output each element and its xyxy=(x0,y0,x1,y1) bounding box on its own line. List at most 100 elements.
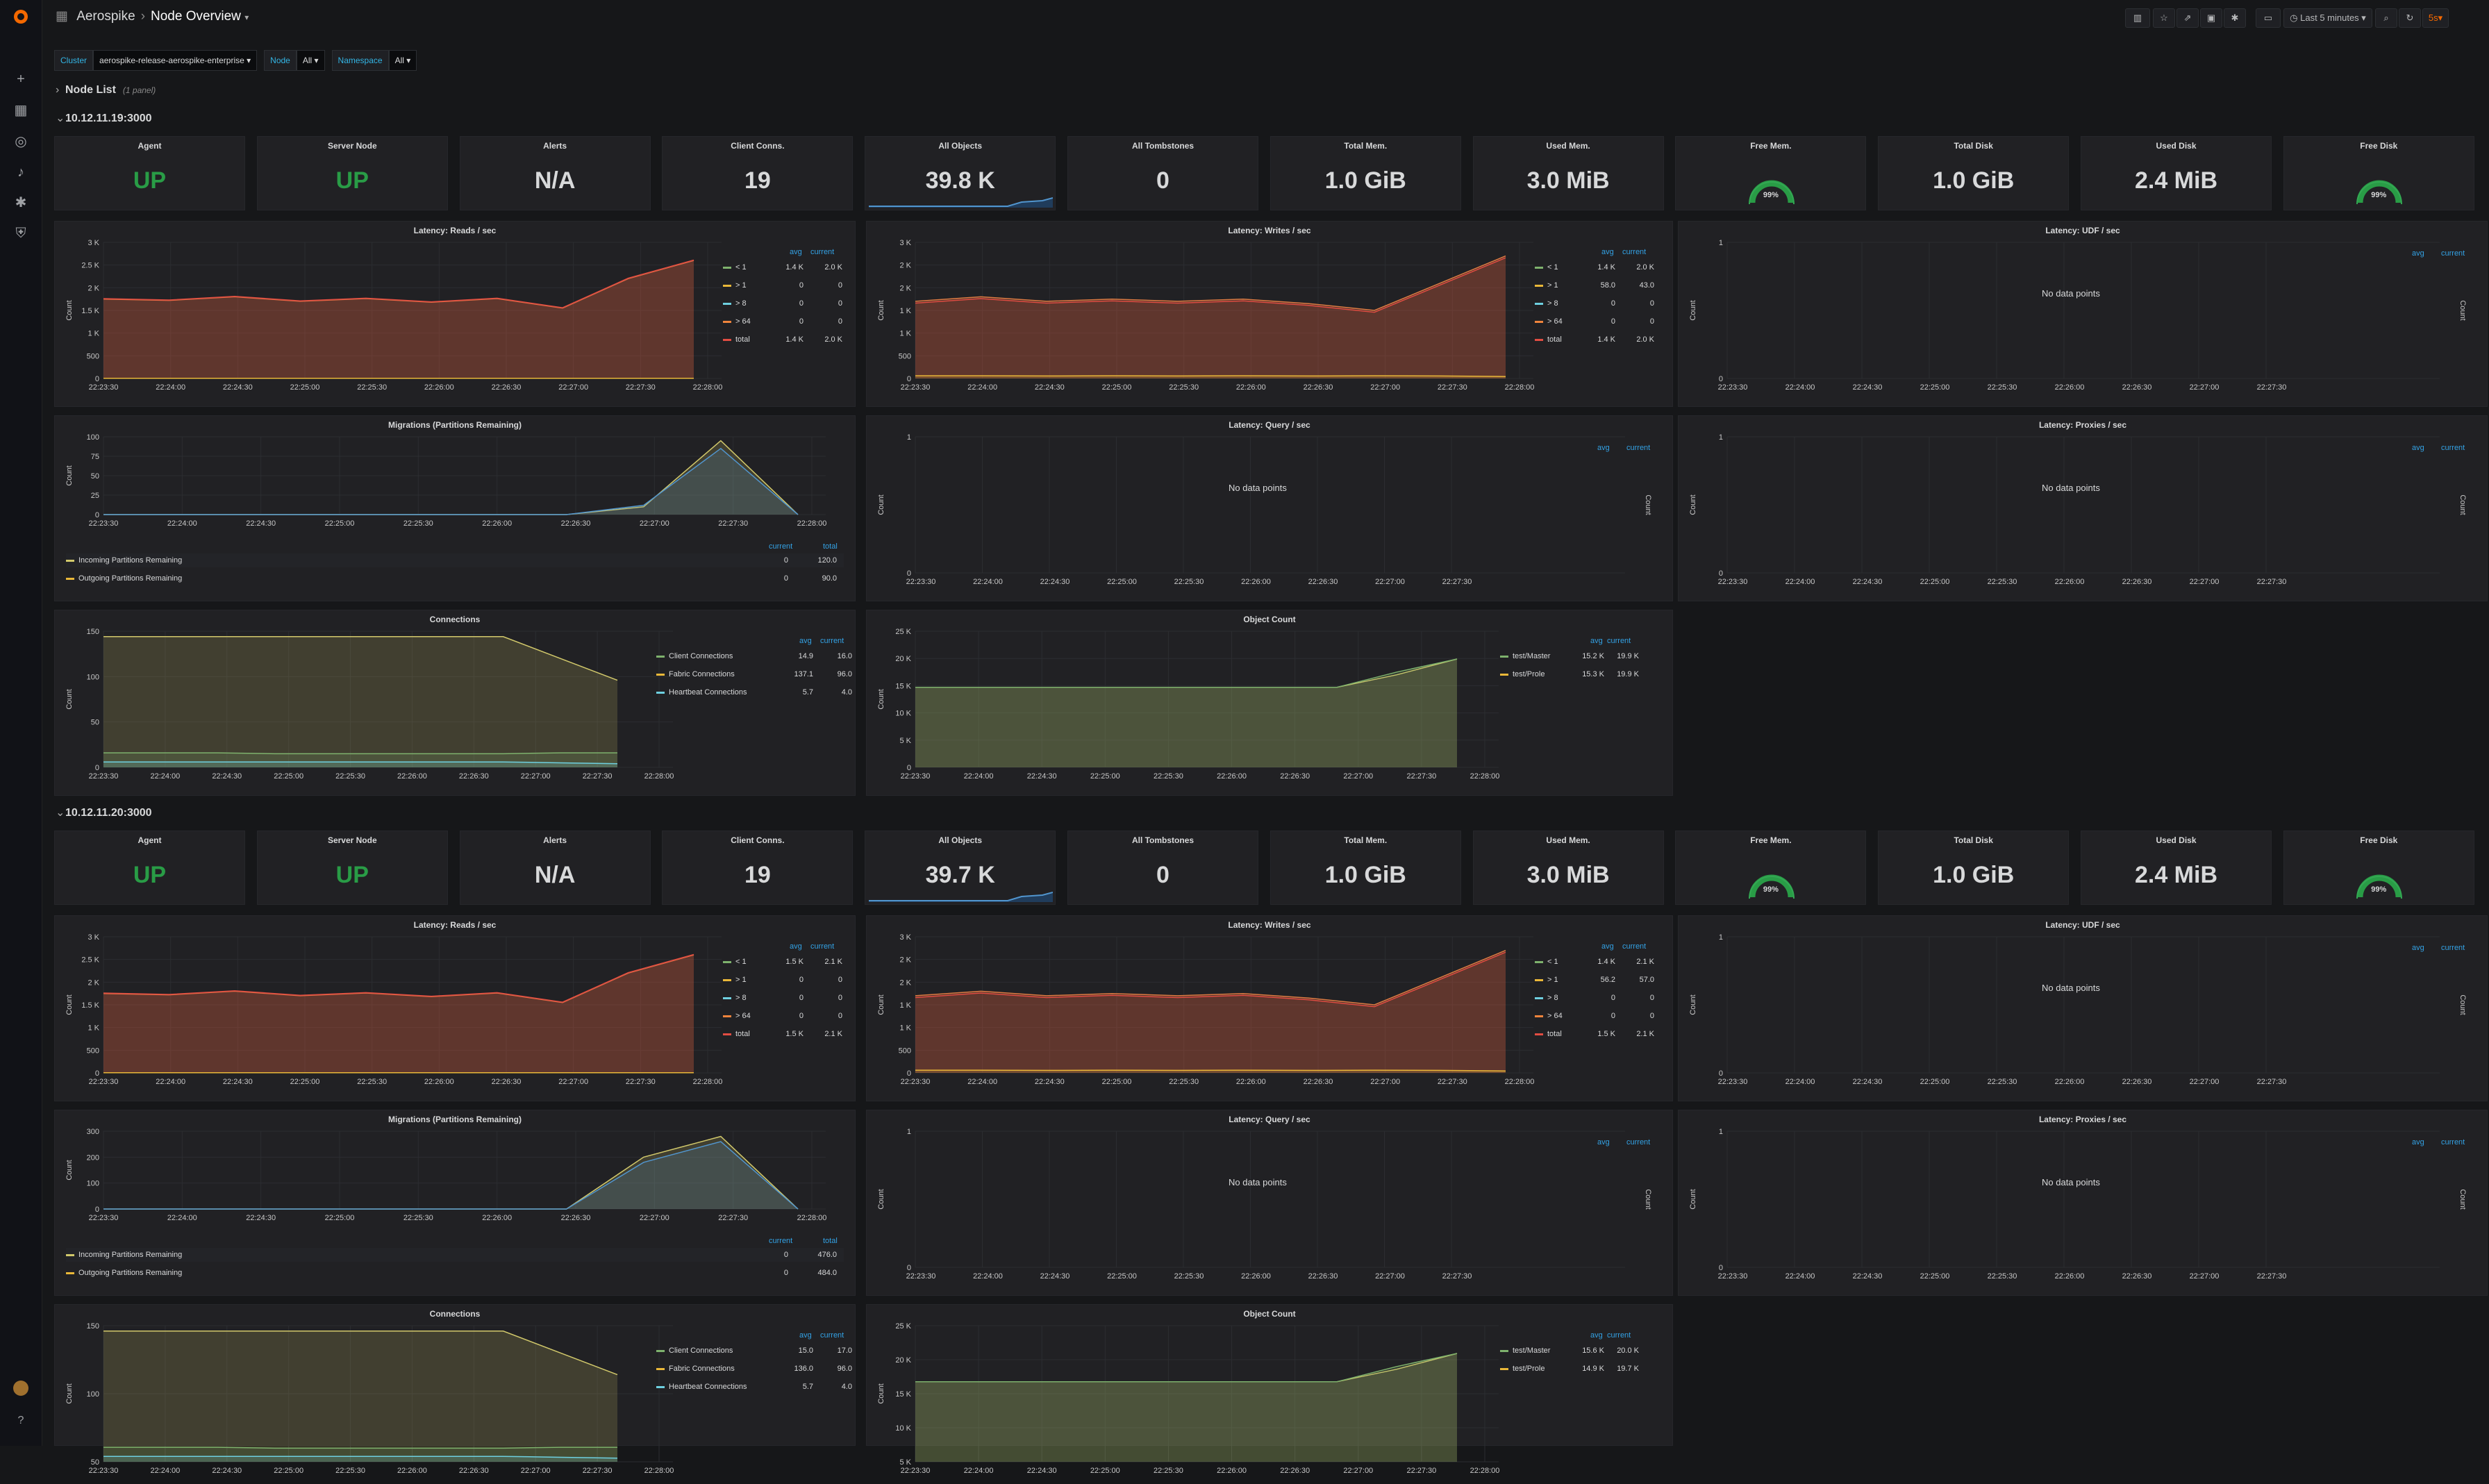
panel-title[interactable]: Object Count xyxy=(867,615,1672,624)
stat-panel-client-conns[interactable]: Client Conns.19 xyxy=(662,136,853,210)
legend-item[interactable]: > 800 xyxy=(1535,991,1654,1005)
legend-item[interactable]: total1.4 K2.0 K xyxy=(723,333,842,347)
legend-header-avg[interactable]: avg xyxy=(790,248,802,256)
graph-canvas[interactable]: 300200100022:23:3022:24:0022:24:3022:25:… xyxy=(62,1126,888,1231)
legend-item[interactable]: Incoming Partitions Remaining0476.0 xyxy=(66,1248,844,1262)
graph-canvas[interactable]: 3 K2.5 K2 K1.5 K1 K500022:23:3022:24:002… xyxy=(62,237,784,401)
star-button[interactable]: ☆ xyxy=(2153,8,2175,28)
alerting-bell-icon[interactable]: ♪ xyxy=(13,164,29,181)
stat-panel-free-mem[interactable]: Free Mem.99% xyxy=(1675,136,1866,210)
save-button[interactable]: ▣ xyxy=(2200,8,2222,28)
panel-latency-query[interactable]: Latency: Query / sec1022:23:3022:24:0022… xyxy=(866,415,1673,601)
legend-item[interactable]: test/Prole15.3 K19.9 K xyxy=(1500,667,1639,681)
stat-panel-alerts[interactable]: AlertsN/A xyxy=(460,136,651,210)
legend-item[interactable]: > 100 xyxy=(723,278,842,292)
legend-item[interactable]: > 800 xyxy=(1535,297,1654,310)
legend-header-current[interactable]: current xyxy=(1626,1138,1650,1147)
page-title[interactable]: Node Overview xyxy=(151,9,241,24)
legend-item[interactable]: > 100 xyxy=(723,973,842,987)
panel-latency-writes[interactable]: Latency: Writes / sec3 K2 K2 K1 K1 K5000… xyxy=(866,915,1673,1101)
legend-item[interactable]: Fabric Connections136.096.0 xyxy=(656,1362,852,1376)
panel-title[interactable]: All Tombstones xyxy=(1068,141,1258,151)
panel-title[interactable]: Object Count xyxy=(867,1309,1672,1319)
panel-migrations[interactable]: Migrations (Partitions Remaining)3002001… xyxy=(54,1110,856,1296)
stat-panel-used-disk[interactable]: Used Disk2.4 MiB xyxy=(2081,831,2272,905)
graph-canvas[interactable]: 3 K2 K2 K1 K1 K500022:23:3022:24:0022:24… xyxy=(874,237,1596,401)
panel-title[interactable]: Total Mem. xyxy=(1271,835,1460,845)
legend-item[interactable]: Incoming Partitions Remaining0120.0 xyxy=(66,553,844,567)
plus-icon[interactable]: + xyxy=(13,71,29,87)
panel-title[interactable]: All Objects xyxy=(865,141,1055,151)
legend-header-current[interactable]: current xyxy=(2441,249,2465,258)
graph-canvas[interactable]: 1022:23:3022:24:0022:24:3022:25:0022:25:… xyxy=(1685,1126,2481,1292)
legend-item[interactable]: < 11.4 K2.0 K xyxy=(723,260,842,274)
legend-item[interactable]: total1.4 K2.0 K xyxy=(1535,333,1654,347)
legend-header-avg[interactable]: avg xyxy=(2412,1138,2424,1147)
legend-header-avg[interactable]: avg xyxy=(1597,444,1610,452)
legend-item[interactable]: > 800 xyxy=(723,991,842,1005)
panel-title[interactable]: Connections xyxy=(55,615,855,624)
stat-panel-used-disk[interactable]: Used Disk2.4 MiB xyxy=(2081,136,2272,210)
legend-header-current[interactable]: current xyxy=(2441,944,2465,952)
graph-canvas[interactable]: 25 K20 K15 K10 K5 K22:23:3022:24:0022:24… xyxy=(874,1320,1561,1484)
legend-header-avg[interactable]: avg xyxy=(1590,637,1603,645)
legend-header-current[interactable]: current xyxy=(810,248,834,256)
panel-title[interactable]: Connections xyxy=(55,1309,855,1319)
row-node-list[interactable]: ›Node List(1 panel) xyxy=(56,84,156,97)
legend-item[interactable]: < 11.5 K2.1 K xyxy=(723,955,842,969)
settings-button[interactable]: ✱ xyxy=(2224,8,2246,28)
panel-title[interactable]: Total Disk xyxy=(1879,835,2068,845)
legend-item[interactable]: test/Prole14.9 K19.7 K xyxy=(1500,1362,1639,1376)
panel-title[interactable]: Free Mem. xyxy=(1676,835,1865,845)
panel-latency-proxies[interactable]: Latency: Proxies / sec1022:23:3022:24:00… xyxy=(1678,1110,2488,1296)
panel-title[interactable]: Latency: Query / sec xyxy=(867,1115,1672,1124)
legend-item[interactable]: Outgoing Partitions Remaining0484.0 xyxy=(66,1266,844,1280)
legend-item[interactable]: > 6400 xyxy=(1535,1009,1654,1023)
legend-item[interactable]: Fabric Connections137.196.0 xyxy=(656,667,852,681)
legend-header-current[interactable]: current xyxy=(2441,444,2465,452)
refresh-interval-picker[interactable]: 5s▾ xyxy=(2422,8,2449,28)
add-panel-button[interactable]: ▥ xyxy=(2125,8,2150,28)
legend-item[interactable]: total1.5 K2.1 K xyxy=(1535,1027,1654,1041)
legend-header-avg[interactable]: avg xyxy=(2412,944,2424,952)
legend-header-current[interactable]: current xyxy=(1607,637,1631,645)
stat-panel-total-mem[interactable]: Total Mem.1.0 GiB xyxy=(1270,831,1461,905)
row-node-1[interactable]: ⌄10.12.11.20:3000 xyxy=(56,806,152,819)
stat-panel-all-tombstones[interactable]: All Tombstones0 xyxy=(1067,136,1258,210)
apps-icon[interactable]: ▦ xyxy=(56,9,68,24)
legend-item[interactable]: > 6400 xyxy=(723,1009,842,1023)
panel-title[interactable]: Latency: Query / sec xyxy=(867,420,1672,430)
panel-title[interactable]: Client Conns. xyxy=(663,835,852,845)
legend-header-total[interactable]: total xyxy=(823,1237,838,1245)
panel-title[interactable]: Used Mem. xyxy=(1474,835,1663,845)
graph-canvas[interactable]: 1022:23:3022:24:0022:24:3022:25:0022:25:… xyxy=(1685,431,2481,598)
graph-canvas[interactable]: 1022:23:3022:24:0022:24:3022:25:0022:25:… xyxy=(874,431,1667,598)
graph-canvas[interactable]: 1022:23:3022:24:0022:24:3022:25:0022:25:… xyxy=(1685,237,2481,403)
legend-header-current[interactable]: current xyxy=(820,1331,844,1340)
panel-latency-udf[interactable]: Latency: UDF / sec1022:23:3022:24:0022:2… xyxy=(1678,221,2488,407)
panel-title[interactable]: Client Conns. xyxy=(663,141,852,151)
tv-mode-button[interactable]: ▭ xyxy=(2256,8,2281,28)
panel-latency-reads[interactable]: Latency: Reads / sec3 K2.5 K2 K1.5 K1 K5… xyxy=(54,915,856,1101)
var-select-cluster[interactable]: aerospike-release-aerospike-enterprise ▾ xyxy=(93,50,257,71)
share-button[interactable]: ⇗ xyxy=(2176,8,2199,28)
panel-latency-writes[interactable]: Latency: Writes / sec3 K2 K2 K1 K1 K5000… xyxy=(866,221,1673,407)
panel-latency-udf[interactable]: Latency: UDF / sec1022:23:3022:24:0022:2… xyxy=(1678,915,2488,1101)
legend-header-avg[interactable]: avg xyxy=(790,942,802,951)
legend-header-current[interactable]: current xyxy=(2441,1138,2465,1147)
legend-header-current[interactable]: current xyxy=(769,542,792,551)
explore-icon[interactable]: ◎ xyxy=(13,133,29,150)
legend-header-avg[interactable]: avg xyxy=(1601,942,1614,951)
graph-canvas[interactable]: 3 K2 K2 K1 K1 K500022:23:3022:24:0022:24… xyxy=(874,931,1596,1095)
panel-title[interactable]: Server Node xyxy=(258,835,447,845)
panel-connections[interactable]: Connections1501005022:23:3022:24:0022:24… xyxy=(54,1304,856,1446)
zoom-out-button[interactable]: ⌕ xyxy=(2375,8,2397,28)
panel-latency-reads[interactable]: Latency: Reads / sec3 K2.5 K2 K1.5 K1 K5… xyxy=(54,221,856,407)
legend-header-avg[interactable]: avg xyxy=(799,1331,812,1340)
legend-header-current[interactable]: current xyxy=(1622,248,1646,256)
stat-panel-client-conns[interactable]: Client Conns.19 xyxy=(662,831,853,905)
legend-item[interactable]: > 800 xyxy=(723,297,842,310)
panel-title[interactable]: Total Mem. xyxy=(1271,141,1460,151)
stat-panel-free-disk[interactable]: Free Disk99% xyxy=(2283,831,2474,905)
stat-panel-agent[interactable]: AgentUP xyxy=(54,136,245,210)
